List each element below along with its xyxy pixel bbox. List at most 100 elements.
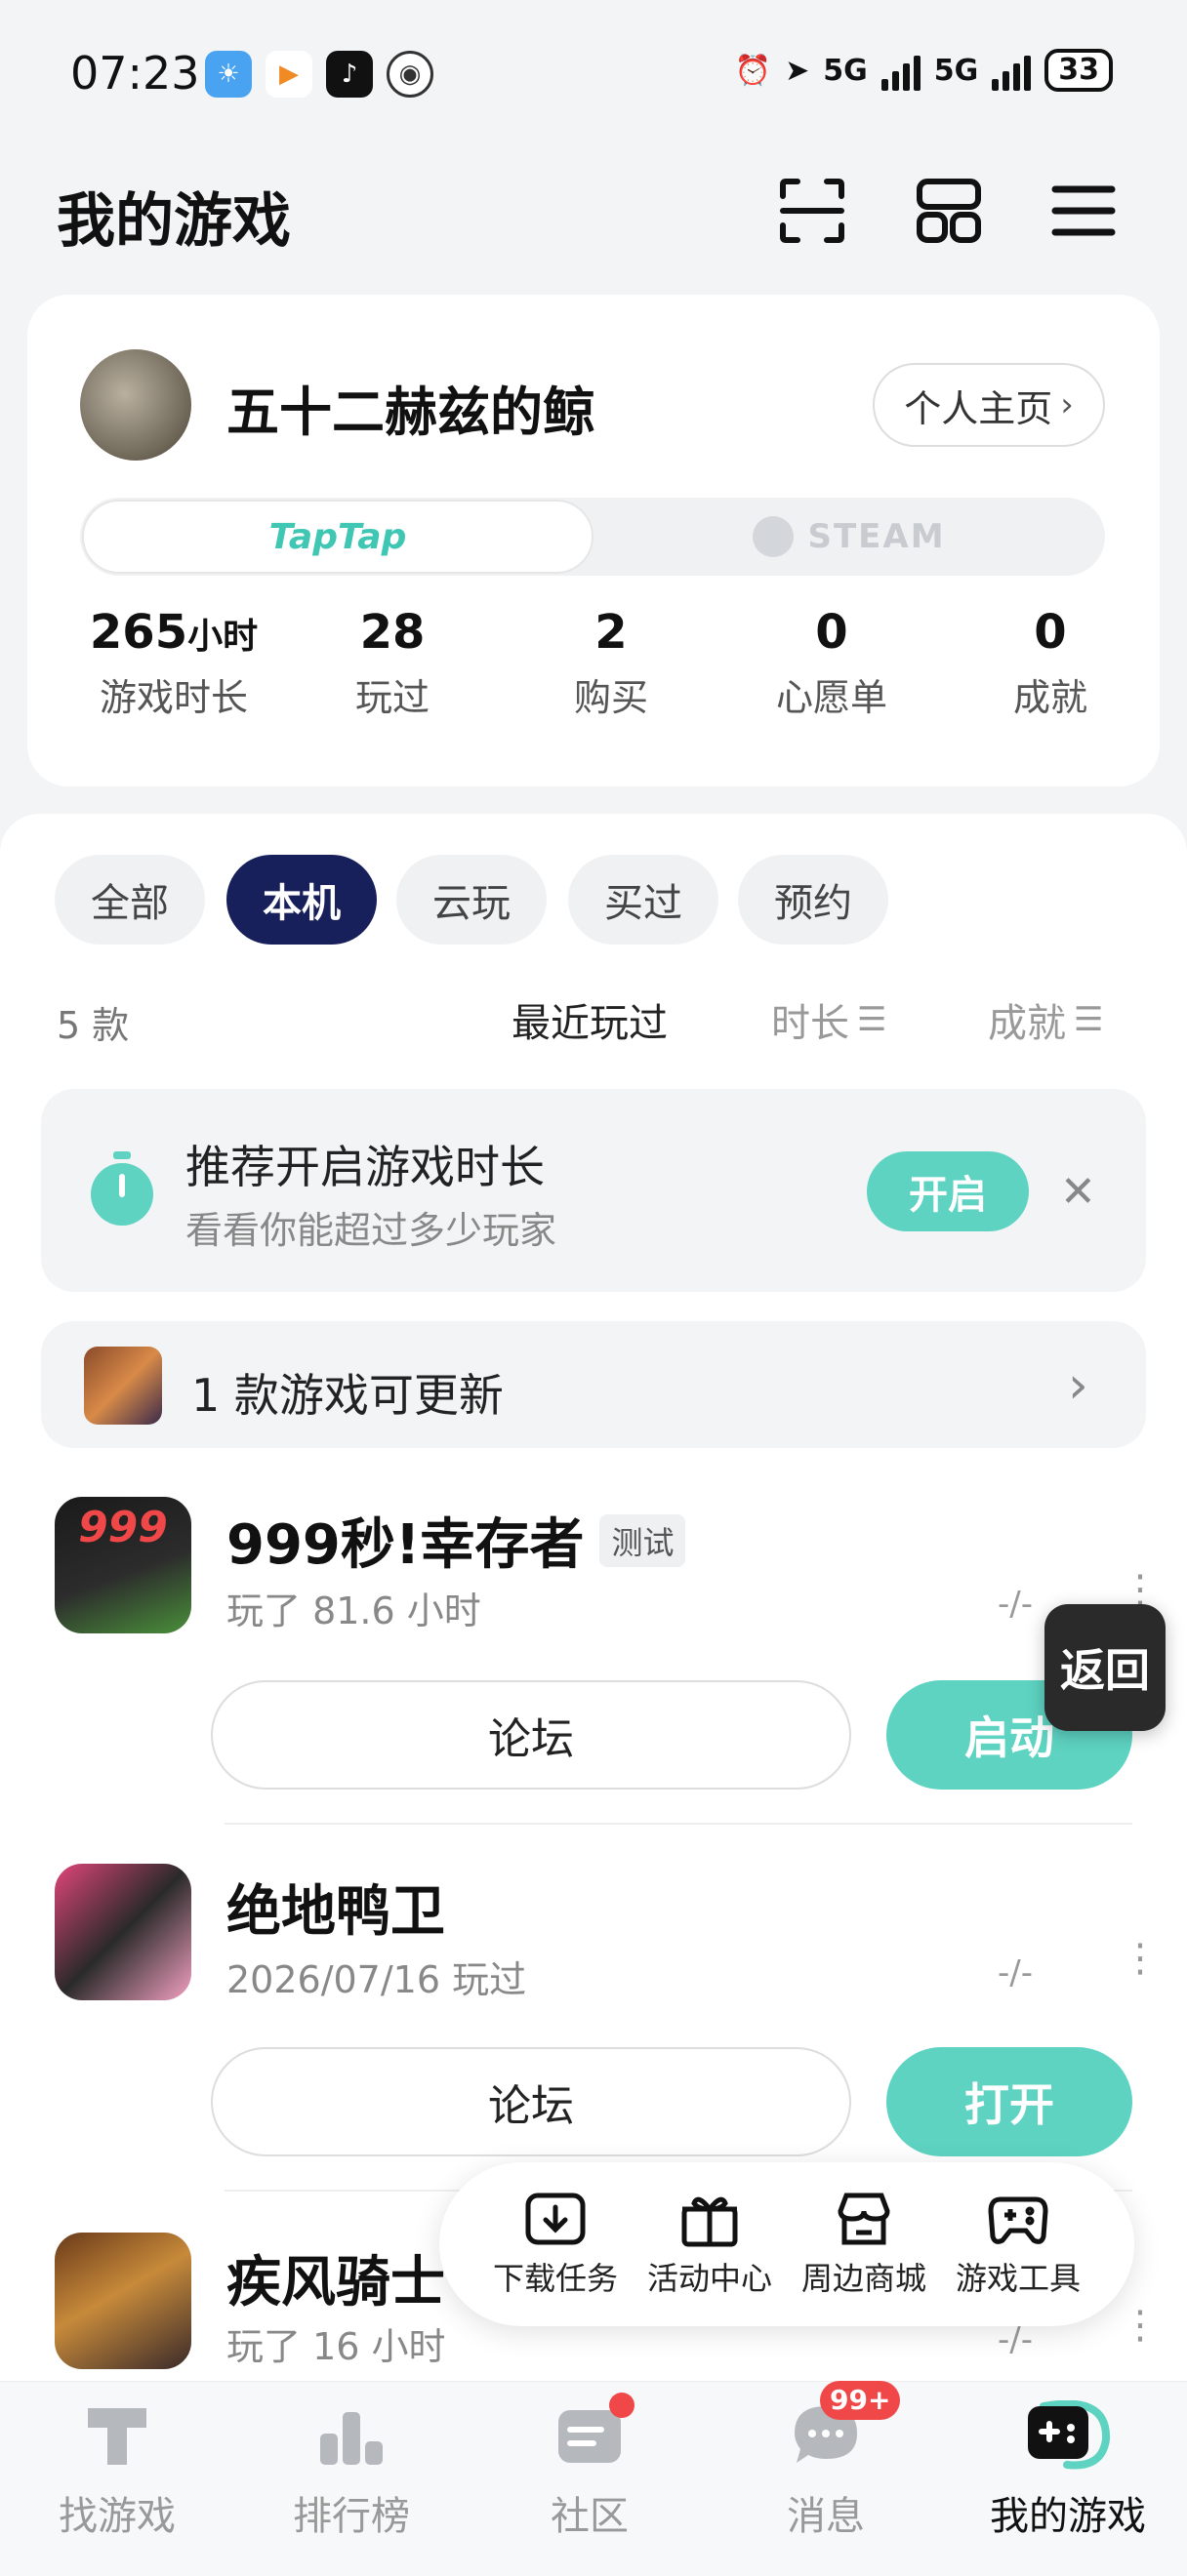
stopwatch-icon xyxy=(88,1149,156,1231)
game-icon[interactable] xyxy=(55,1864,191,2000)
game-title-row: 999秒!幸存者 测试 xyxy=(226,1501,686,1580)
stat-value: 2 xyxy=(594,605,628,660)
platform-tab-steam[interactable]: STEAM xyxy=(595,500,1103,574)
promo-title: 推荐开启游戏时长 xyxy=(185,1141,545,1193)
gift-icon xyxy=(681,2196,738,2247)
stat-label: 购买 xyxy=(573,676,648,719)
game-icon[interactable]: 999 xyxy=(55,1497,191,1633)
forum-button[interactable]: 论坛 xyxy=(211,1680,851,1790)
download-icon xyxy=(525,2193,586,2245)
game-icon-text: 999 xyxy=(78,1503,168,1552)
tool-label: 活动中心 xyxy=(646,2260,772,2297)
scan-icon[interactable] xyxy=(775,174,849,248)
menu-icon[interactable] xyxy=(1046,174,1121,248)
stat-value: 0 xyxy=(815,605,848,660)
game-count: 5 款 xyxy=(57,1004,130,1047)
sort-recent[interactable]: 最近玩过 xyxy=(512,991,668,1048)
network-label-1: 5G xyxy=(823,53,868,88)
platform-tab-taptap[interactable]: TapTap xyxy=(82,500,594,574)
open-button[interactable]: 打开 xyxy=(886,2047,1132,2156)
alarm-icon: ⏰ xyxy=(734,53,772,88)
status-time: 07:23 xyxy=(70,47,200,100)
quick-tools-panel: 下载任务 活动中心 周边商城 游戏工具 xyxy=(439,2162,1134,2326)
forum-button[interactable]: 论坛 xyxy=(211,2047,851,2156)
page-title: 我的游戏 xyxy=(57,187,291,256)
game-name: 疾风骑士 xyxy=(226,2251,445,2314)
stat-achievements[interactable]: 0 成就 xyxy=(953,605,1148,721)
stat-playtime[interactable]: 265小时 游戏时长 xyxy=(76,605,271,721)
tab-label: 我的游戏 xyxy=(990,2494,1146,2539)
stat-value: 265 xyxy=(89,605,188,660)
taptap-t-icon xyxy=(88,2408,146,2465)
game-meta: 2026/07/16 玩过 xyxy=(226,1958,527,2001)
game-score: -/- xyxy=(998,1585,1033,1624)
tool-shop[interactable]: 周边商城 xyxy=(801,2190,926,2299)
filter-chip-all[interactable]: 全部 xyxy=(55,855,205,945)
close-icon[interactable]: ✕ xyxy=(1060,1167,1096,1217)
more-options-icon[interactable]: ⋮ xyxy=(1121,1936,1160,1981)
steam-label: STEAM xyxy=(807,517,946,556)
username: 五十二赫兹的鲸 xyxy=(226,382,595,443)
stat-unit: 小时 xyxy=(187,617,259,657)
game-icon[interactable] xyxy=(55,2233,191,2369)
sort-label: 最近玩过 xyxy=(512,1001,668,1046)
stat-value: 0 xyxy=(1034,605,1067,660)
grid-layout-icon[interactable] xyxy=(912,174,986,248)
tab-messages[interactable]: 99+ 消息 xyxy=(728,2381,923,2541)
filter-chip-reserved[interactable]: 预约 xyxy=(738,855,888,945)
filter-chip-bought[interactable]: 买过 xyxy=(568,855,718,945)
sort-duration[interactable]: 时长 ☰ xyxy=(771,991,886,1048)
stat-purchased[interactable]: 2 购买 xyxy=(513,605,709,721)
promo-subtitle: 看看你能超过多少玩家 xyxy=(185,1209,557,1252)
stat-label: 心愿单 xyxy=(775,676,887,719)
stat-label: 游戏时长 xyxy=(99,676,248,719)
enable-playtime-button[interactable]: 开启 xyxy=(867,1151,1029,1231)
avatar[interactable] xyxy=(80,349,191,461)
notification-dot xyxy=(609,2393,634,2418)
tool-label: 游戏工具 xyxy=(955,2260,1081,2297)
tab-label: 社区 xyxy=(551,2494,629,2539)
game-name: 绝地鸭卫 xyxy=(226,1880,445,1944)
tool-events[interactable]: 活动中心 xyxy=(647,2190,772,2299)
chevron-right-icon: › xyxy=(1068,1356,1088,1415)
gamepad-icon xyxy=(988,2196,1048,2244)
sort-achievement[interactable]: 成就 ☰ xyxy=(988,991,1103,1048)
tab-label: 消息 xyxy=(787,2494,865,2539)
homepage-button[interactable]: 个人主页 › xyxy=(873,363,1105,447)
signal-icon-2 xyxy=(992,50,1032,91)
hotspot-icon: ◉ xyxy=(387,51,433,98)
game-score: -/- xyxy=(998,1953,1033,1992)
tiktok-icon: ♪ xyxy=(326,51,373,98)
tab-my-games[interactable]: 我的游戏 xyxy=(970,2400,1166,2541)
tool-downloads[interactable]: 下载任务 xyxy=(493,2190,618,2299)
tool-label: 周边商城 xyxy=(800,2260,926,2297)
floating-back-button[interactable]: 返回 xyxy=(1044,1604,1166,1731)
message-badge: 99+ xyxy=(820,2381,901,2420)
sort-label: 时长 xyxy=(771,1001,849,1046)
tab-find-games[interactable]: 找游戏 xyxy=(20,2400,215,2541)
tool-label: 下载任务 xyxy=(492,2260,618,2297)
sort-order-icon: ☰ xyxy=(1074,1000,1104,1039)
tool-gametools[interactable]: 游戏工具 xyxy=(956,2190,1081,2299)
stat-wishlist[interactable]: 0 心愿单 xyxy=(734,605,929,721)
my-games-icon xyxy=(1028,2400,1111,2470)
filter-chip-cloud[interactable]: 云玩 xyxy=(396,855,547,945)
filter-chip-local[interactable]: 本机 xyxy=(226,855,377,945)
sort-label: 成就 xyxy=(988,1001,1066,1046)
network-label-2: 5G xyxy=(933,53,979,88)
stat-value: 28 xyxy=(359,605,426,660)
stat-played[interactable]: 28 玩过 xyxy=(295,605,490,721)
test-badge: 测试 xyxy=(599,1513,686,1567)
more-options-icon[interactable]: ⋮ xyxy=(1121,2303,1160,2348)
status-indicators: ⏰ ➤ 5G 5G 33 xyxy=(735,49,1113,92)
homepage-label: 个人主页 xyxy=(904,386,1053,430)
sort-order-icon: ☰ xyxy=(857,1000,887,1039)
tab-rankings[interactable]: 排行榜 xyxy=(254,2400,449,2541)
game-score: -/- xyxy=(998,2320,1033,2359)
status-app-icons: ☀ ▶ ♪ ◉ xyxy=(205,51,433,98)
stat-label: 成就 xyxy=(1012,676,1087,719)
tab-community[interactable]: 社区 xyxy=(492,2393,687,2541)
stat-label: 玩过 xyxy=(354,676,430,719)
battery-indicator: 33 xyxy=(1044,49,1113,92)
weather-app-icon: ☀ xyxy=(205,51,252,98)
